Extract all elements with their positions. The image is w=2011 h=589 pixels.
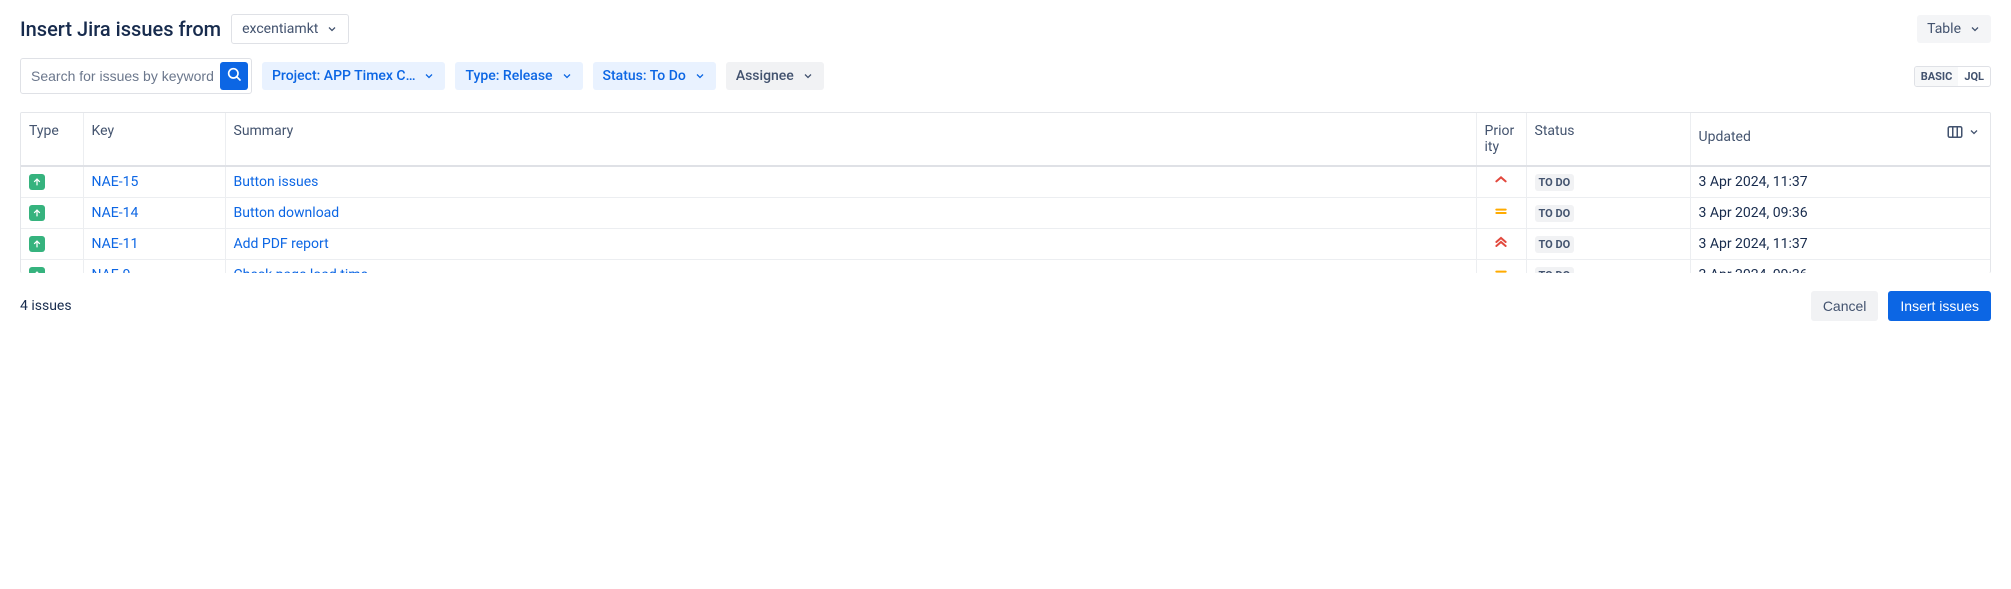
updated-value: 3 Apr 2024, 09:36	[1699, 205, 1808, 221]
issue-count: 4 issues	[20, 298, 72, 314]
updated-value: 3 Apr 2024, 11:37	[1699, 174, 1808, 190]
issue-key-link[interactable]: NAE-9	[92, 267, 131, 273]
issue-key-link[interactable]: NAE-11	[92, 236, 139, 252]
filter-status-label: Status: To Do	[603, 68, 686, 84]
chevron-down-icon	[802, 70, 814, 82]
chevron-down-icon	[561, 70, 573, 82]
updated-value: 3 Apr 2024, 11:37	[1699, 236, 1808, 252]
mode-jql[interactable]: JQL	[1958, 67, 1990, 86]
col-header-updated-label: Updated	[1699, 129, 1751, 145]
issue-type-icon	[29, 174, 45, 190]
table-row[interactable]: NAE-11 Add PDF report TO DO 3 Apr 2024, 11:…	[21, 229, 1990, 260]
priority-icon	[1493, 176, 1509, 192]
view-mode-select[interactable]: Table	[1917, 15, 1991, 43]
query-mode-toggle[interactable]: BASIC JQL	[1914, 66, 1991, 87]
chevron-down-icon	[326, 23, 338, 35]
chevron-down-icon	[423, 70, 435, 82]
col-header-priority[interactable]: Priority	[1476, 113, 1526, 166]
col-header-key[interactable]: Key	[83, 113, 225, 166]
search-field[interactable]	[20, 58, 252, 94]
issue-type-icon	[29, 205, 45, 221]
filter-project-label: Project: APP Timex C…	[272, 68, 415, 84]
issue-type-icon	[29, 267, 45, 274]
mode-basic[interactable]: BASIC	[1915, 67, 1959, 86]
col-header-updated[interactable]: Updated	[1690, 113, 1990, 166]
col-header-type[interactable]: Type	[21, 113, 83, 166]
chevron-down-icon	[1969, 23, 1981, 35]
issue-summary-link[interactable]: Button issues	[234, 174, 319, 190]
filter-project[interactable]: Project: APP Timex C…	[262, 62, 445, 90]
jira-site-label: excentiamkt	[242, 21, 318, 37]
col-header-status[interactable]: Status	[1526, 113, 1690, 166]
issue-key-link[interactable]: NAE-15	[92, 174, 139, 190]
issue-summary-link[interactable]: Add PDF report	[234, 236, 329, 252]
table-row[interactable]: NAE-9 Check page load time TO DO 3 Apr 2024…	[21, 260, 1990, 274]
column-picker-button[interactable]	[1946, 123, 1980, 145]
chevron-down-icon	[694, 70, 706, 82]
search-icon	[226, 66, 242, 86]
chevron-down-icon	[1968, 126, 1980, 142]
filter-status[interactable]: Status: To Do	[593, 62, 716, 90]
search-input[interactable]	[29, 67, 220, 85]
filter-assignee-label: Assignee	[736, 68, 794, 84]
status-badge: TO DO	[1535, 205, 1575, 222]
updated-value: 3 Apr 2024, 09:36	[1699, 267, 1808, 273]
status-badge: TO DO	[1535, 267, 1575, 274]
issues-table-scroll[interactable]: Type Key Summary Priority Status Updated	[21, 113, 1990, 273]
filter-type-label: Type: Release	[465, 68, 552, 84]
filter-assignee[interactable]: Assignee	[726, 62, 824, 90]
dialog-title: Insert Jira issues from	[20, 17, 221, 41]
priority-icon	[1493, 269, 1509, 273]
status-badge: TO DO	[1535, 174, 1575, 191]
view-mode-label: Table	[1927, 21, 1961, 37]
issue-type-icon	[29, 236, 45, 252]
status-badge: TO DO	[1535, 236, 1575, 253]
columns-icon	[1946, 123, 1964, 145]
issue-summary-link[interactable]: Check page load time	[234, 267, 368, 273]
search-button[interactable]	[220, 62, 248, 90]
insert-issues-button[interactable]: Insert issues	[1888, 291, 1991, 321]
priority-icon	[1493, 207, 1509, 223]
col-header-summary[interactable]: Summary	[225, 113, 1476, 166]
issue-summary-link[interactable]: Button download	[234, 205, 340, 221]
jira-site-select[interactable]: excentiamkt	[231, 14, 349, 44]
table-row[interactable]: NAE-15 Button issues TO DO 3 Apr 2024, 11:3…	[21, 166, 1990, 198]
issues-table: Type Key Summary Priority Status Updated	[21, 113, 1990, 273]
filter-type[interactable]: Type: Release	[455, 62, 582, 90]
cancel-button[interactable]: Cancel	[1811, 291, 1879, 321]
priority-icon	[1493, 238, 1509, 254]
issue-key-link[interactable]: NAE-14	[92, 205, 139, 221]
table-row[interactable]: NAE-14 Button download TO DO 3 Apr 2024, 09…	[21, 198, 1990, 229]
